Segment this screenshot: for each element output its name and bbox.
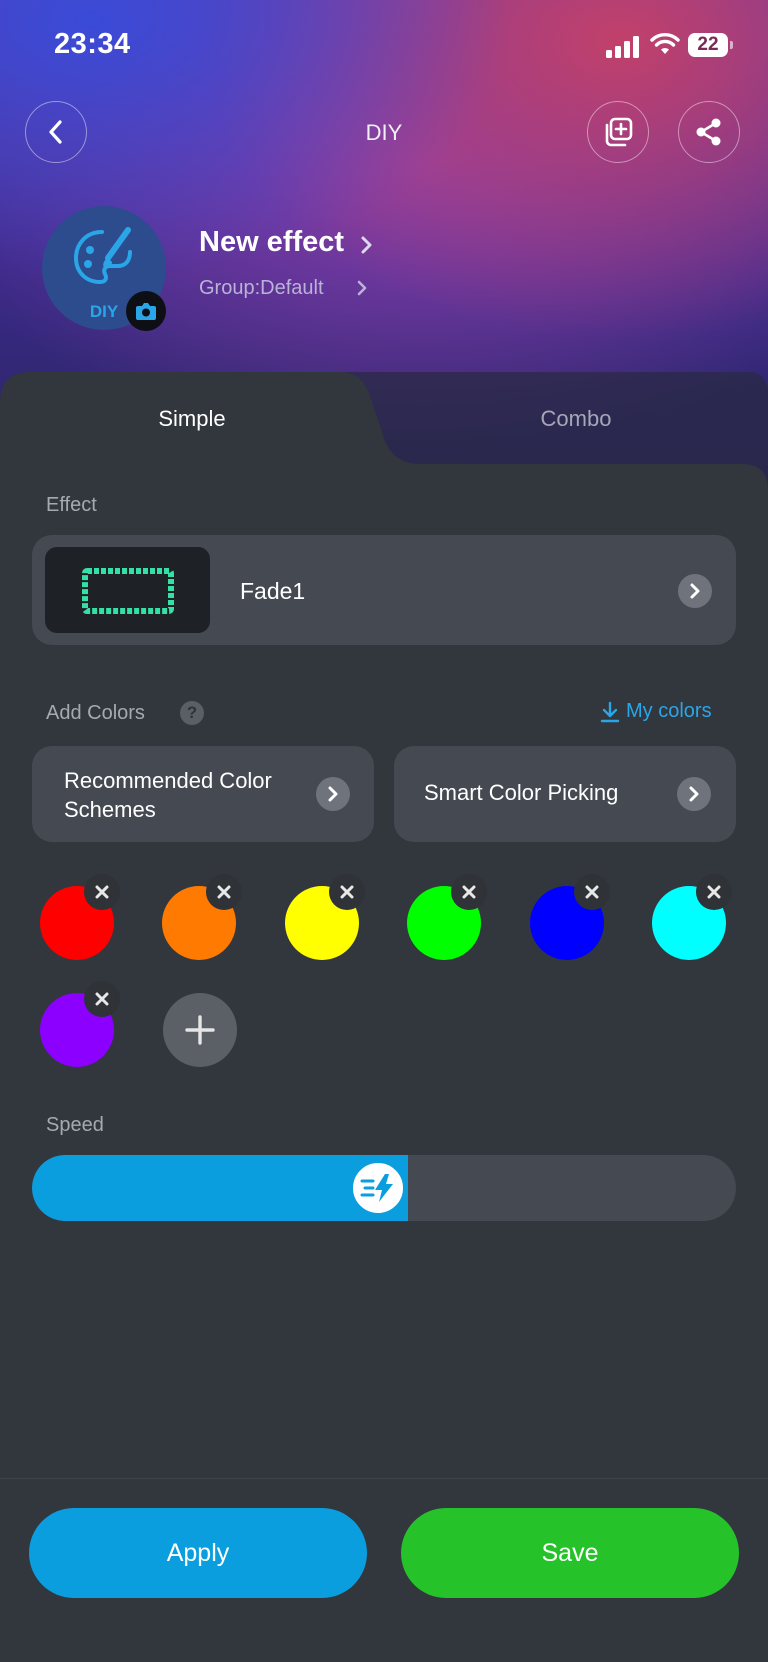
effect-section-label: Effect <box>46 494 97 516</box>
smart-picking-chevron <box>677 777 711 811</box>
plus-icon <box>185 1015 215 1045</box>
effect-value: Fade1 <box>240 578 306 604</box>
chevron-right-icon <box>690 583 700 599</box>
effect-preview <box>45 547 210 633</box>
share-button[interactable] <box>678 101 740 163</box>
colors-help-button[interactable]: ? <box>180 701 204 725</box>
duplicate-button[interactable] <box>587 101 649 163</box>
close-icon <box>462 885 476 899</box>
close-icon <box>95 992 109 1006</box>
speed-section-label: Speed <box>46 1114 104 1136</box>
effect-chevron <box>678 574 712 608</box>
apply-button[interactable]: Apply <box>29 1508 367 1598</box>
tab-combo[interactable]: Combo <box>516 406 636 432</box>
close-icon <box>707 885 721 899</box>
recommended-schemes-label: Recommended Color Schemes <box>64 768 272 822</box>
remove-color-button[interactable] <box>84 981 120 1017</box>
remove-color-button[interactable] <box>451 874 487 910</box>
page-title: DIY <box>365 120 403 145</box>
download-icon <box>600 701 620 722</box>
change-photo-button[interactable] <box>126 291 166 331</box>
tab-simple[interactable]: Simple <box>130 406 254 432</box>
chevron-right-icon <box>361 236 372 254</box>
palette-brush-icon <box>73 227 132 285</box>
speed-slider-knob[interactable] <box>350 1160 406 1216</box>
remove-color-button[interactable] <box>574 874 610 910</box>
close-icon <box>95 885 109 899</box>
close-icon <box>585 885 599 899</box>
close-icon <box>340 885 354 899</box>
smart-color-picking-label: Smart Color Picking <box>424 780 619 805</box>
effect-name[interactable]: New effect <box>199 226 344 259</box>
my-colors-link[interactable]: My colors <box>600 700 712 723</box>
save-button[interactable]: Save <box>401 1508 739 1598</box>
remove-color-button[interactable] <box>329 874 365 910</box>
chevron-right-icon <box>328 786 338 802</box>
remove-color-button[interactable] <box>206 874 242 910</box>
cellular-signal-icon <box>606 34 642 58</box>
remove-color-button[interactable] <box>696 874 732 910</box>
chevron-right-icon <box>689 786 699 802</box>
battery-icon: 22 <box>688 33 728 57</box>
status-time: 23:34 <box>54 28 131 60</box>
wifi-icon <box>650 33 680 54</box>
speed-bolt-icon <box>360 1174 393 1202</box>
led-frame-preview-icon <box>82 568 174 614</box>
bottom-divider <box>0 1478 768 1479</box>
recommended-chevron <box>316 777 350 811</box>
my-colors-label: My colors <box>626 700 712 722</box>
close-icon <box>217 885 231 899</box>
add-color-button[interactable] <box>163 993 237 1067</box>
battery-tip <box>730 41 733 49</box>
camera-icon <box>136 303 156 320</box>
remove-color-button[interactable] <box>84 874 120 910</box>
share-icon <box>696 118 721 146</box>
battery-level: 22 <box>697 34 719 55</box>
group-selector[interactable]: Group:Default <box>199 277 324 300</box>
copy-add-icon <box>605 117 633 147</box>
chevron-right-icon <box>357 280 367 296</box>
colors-section-label: Add Colors <box>46 702 145 724</box>
